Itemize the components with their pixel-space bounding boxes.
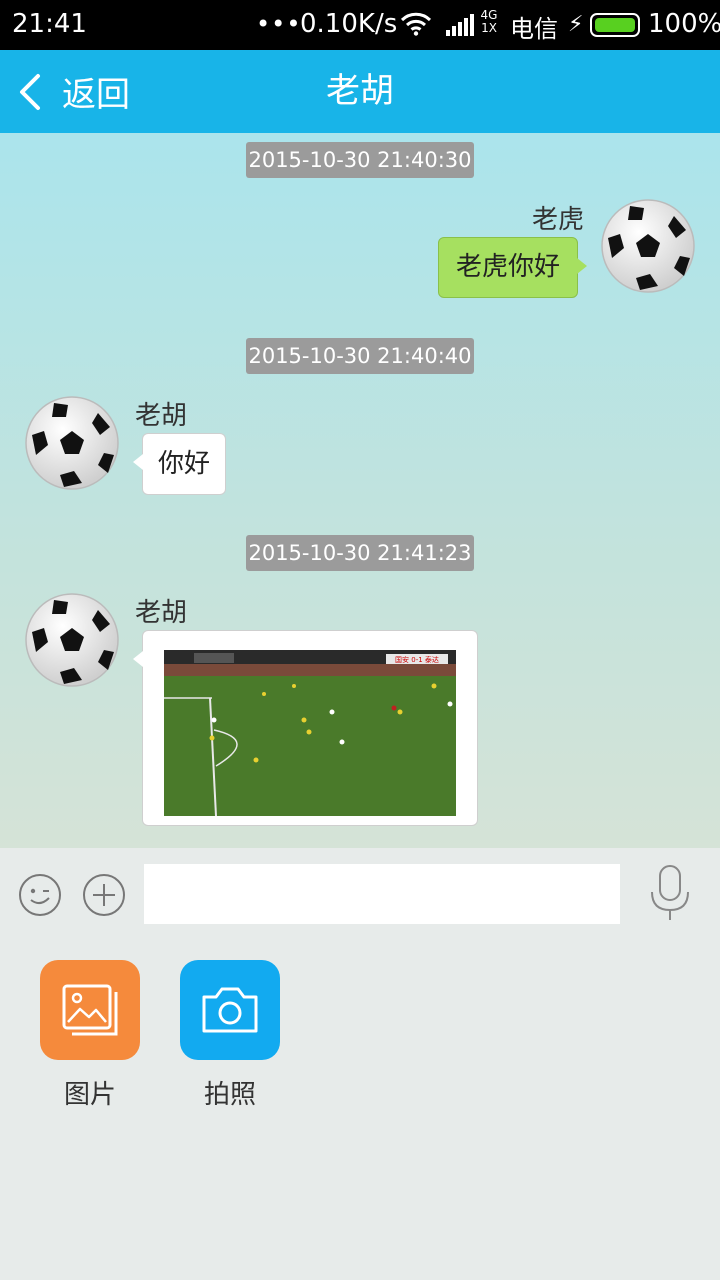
title-bar: 返回 老胡 bbox=[0, 50, 720, 133]
camera-tile[interactable] bbox=[180, 960, 280, 1060]
battery-percent: 100% bbox=[648, 9, 720, 39]
soccer-ball-avatar[interactable] bbox=[24, 395, 120, 491]
message-text: 老虎你好 bbox=[455, 252, 560, 282]
charging-icon: ⚡ bbox=[568, 12, 584, 37]
picture-button[interactable]: 图片 bbox=[40, 960, 140, 1111]
status-bar: 21:41 ••• 0.10K/s 4G 1X 电信 ⚡ 100% bbox=[0, 0, 720, 50]
battery-fill bbox=[595, 18, 635, 32]
message-text: 你好 bbox=[157, 449, 210, 479]
message-timestamp: 2015-10-30 21:40:30 bbox=[246, 142, 474, 178]
picture-tile[interactable] bbox=[40, 960, 140, 1060]
network-type-bottom: 1X bbox=[481, 21, 497, 35]
soccer-ball-avatar[interactable] bbox=[600, 198, 696, 294]
camera-label: 拍照 bbox=[203, 1080, 256, 1110]
wifi-icon bbox=[400, 12, 432, 36]
plus-circle-icon[interactable] bbox=[82, 873, 126, 917]
attachment-panel: 图片 拍照 bbox=[0, 942, 720, 1280]
back-label: 返回 bbox=[62, 75, 130, 115]
page-title: 老胡 bbox=[326, 71, 394, 111]
network-speed: 0.10K/s bbox=[300, 9, 398, 39]
message-bubble-sent[interactable]: 老虎你好 bbox=[438, 237, 587, 298]
picture-label: 图片 bbox=[63, 1080, 116, 1110]
back-button[interactable]: 返回 bbox=[16, 50, 130, 133]
microphone-icon[interactable] bbox=[648, 864, 692, 922]
football-match-image[interactable]: 国安 0-1 泰达 bbox=[164, 650, 456, 816]
sender-name: 老胡 bbox=[135, 401, 188, 431]
smiley-icon[interactable] bbox=[18, 873, 62, 917]
camera-button[interactable]: 拍照 bbox=[180, 960, 280, 1111]
message-input[interactable] bbox=[144, 864, 620, 924]
signal-icon bbox=[446, 14, 474, 36]
carrier-name: 电信 bbox=[510, 15, 558, 43]
message-timestamp: 2015-10-30 21:41:23 bbox=[246, 535, 474, 571]
sender-name: 老胡 bbox=[135, 598, 188, 628]
scoreboard-text: 国安 0-1 泰达 bbox=[395, 655, 439, 664]
picture-icon bbox=[62, 984, 118, 1036]
bubble-tail bbox=[133, 651, 143, 667]
message-timestamp: 2015-10-30 21:40:40 bbox=[246, 338, 474, 374]
soccer-ball-avatar[interactable] bbox=[24, 592, 120, 688]
camera-icon bbox=[202, 987, 258, 1033]
bubble-tail bbox=[133, 454, 143, 470]
message-bubble-received[interactable]: 你好 bbox=[133, 433, 226, 495]
status-time: 21:41 bbox=[12, 9, 87, 39]
bubble-tail bbox=[577, 258, 587, 274]
chevron-left-icon bbox=[20, 73, 40, 110]
message-bubble-image[interactable]: 国安 0-1 泰达 bbox=[133, 630, 478, 826]
notification-dots: ••• bbox=[256, 10, 302, 38]
sender-name: 老虎 bbox=[531, 205, 584, 235]
chat-area[interactable]: 2015-10-30 21:40:30 老虎 老虎你好 2015-10-30 2… bbox=[0, 133, 720, 848]
network-type: 4G 1X bbox=[478, 9, 500, 35]
input-bar bbox=[0, 848, 720, 942]
battery-icon bbox=[590, 13, 640, 37]
